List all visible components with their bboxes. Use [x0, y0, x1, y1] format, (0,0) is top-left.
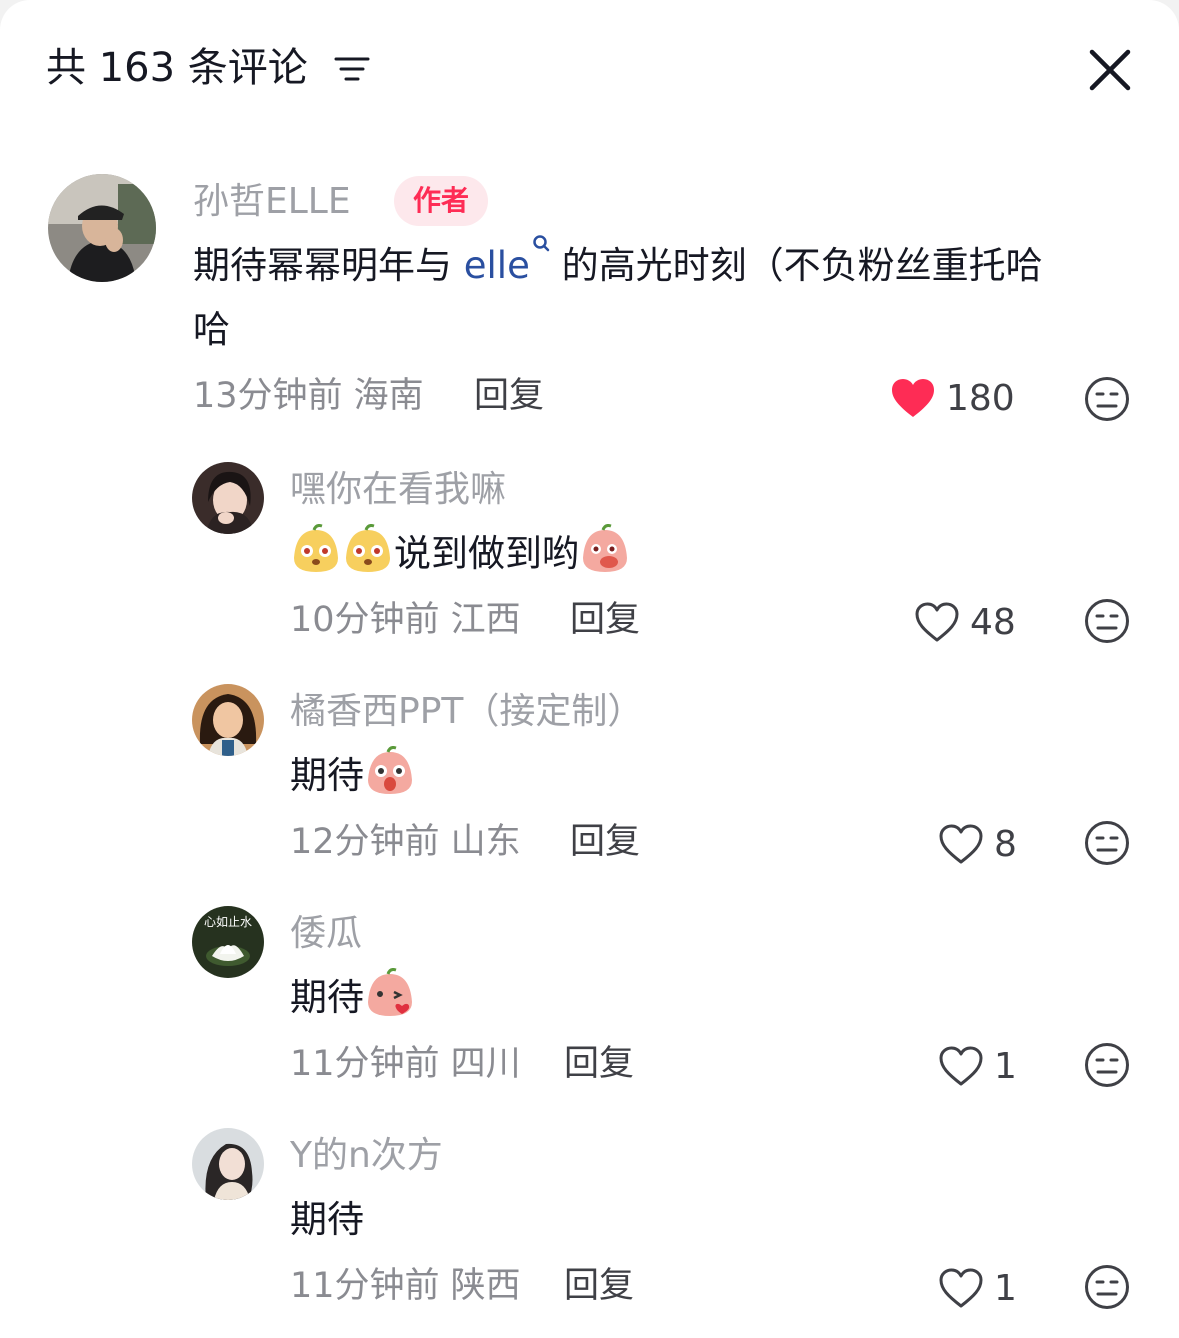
- comment-text-part: 期待: [290, 754, 364, 797]
- username[interactable]: 嘿你在看我嘛: [290, 466, 506, 514]
- avatar-text: 心如止水: [204, 914, 252, 929]
- comment-text-part: 说到做到哟: [394, 532, 579, 575]
- avatar[interactable]: [192, 684, 264, 756]
- username[interactable]: 橘香西PPT（接定制）: [290, 688, 643, 736]
- avatar[interactable]: [48, 174, 156, 282]
- emoji-sticker-icon: [346, 524, 390, 572]
- comment-text: 期待: [290, 744, 416, 808]
- reply-button[interactable]: 回复: [570, 596, 640, 644]
- like-count: 1: [994, 1045, 1017, 1087]
- sort-icon[interactable]: [334, 54, 370, 84]
- like-button[interactable]: 48: [914, 598, 1016, 646]
- username[interactable]: Y的n次方: [290, 1132, 443, 1180]
- time-location: 12分钟前 山东: [290, 822, 521, 862]
- heart-icon: [939, 1046, 983, 1086]
- like-button[interactable]: 180: [890, 374, 1015, 422]
- comment-text: 期待幂幂明年与 elle 的高光时刻（不负粉丝重托哈: [193, 234, 1043, 298]
- like-count: 1: [994, 1267, 1017, 1309]
- comments-panel: 共 163 条评论 孙哲ELLE 作者 期待幂幂明年与 elle 的高光时刻（不…: [0, 0, 1179, 1338]
- dislike-icon[interactable]: [1084, 376, 1130, 422]
- comment-text-part: 期待幂幂明年与: [193, 244, 464, 287]
- close-icon[interactable]: [1086, 46, 1134, 94]
- avatar[interactable]: [192, 462, 264, 534]
- comment-text-part: 期待: [290, 976, 364, 1019]
- reply-button[interactable]: 回复: [570, 818, 640, 866]
- like-button[interactable]: 1: [938, 1042, 1017, 1090]
- username[interactable]: 孙哲ELLE: [193, 178, 351, 226]
- emoji-sticker-icon: [583, 524, 627, 572]
- dislike-icon[interactable]: [1084, 1264, 1130, 1310]
- like-count: 8: [994, 823, 1017, 865]
- emoji-sticker-icon: [294, 524, 338, 572]
- time-location: 11分钟前 陕西: [290, 1266, 521, 1306]
- emoji-sticker-icon: [368, 746, 412, 794]
- comment-text-line2: 哈: [193, 308, 230, 351]
- heart-icon: [892, 379, 934, 417]
- mention-link[interactable]: elle: [463, 235, 550, 287]
- reply-button[interactable]: 回复: [564, 1262, 634, 1310]
- emoji-sticker-icon: [368, 968, 412, 1016]
- avatar[interactable]: [192, 1128, 264, 1200]
- comment-count-title: 共 163 条评论: [46, 45, 308, 91]
- like-count: 180: [946, 377, 1015, 419]
- mention-label: elle: [463, 244, 530, 287]
- reply-button[interactable]: 回复: [564, 1040, 634, 1088]
- comment-text: 说到做到哟: [290, 522, 631, 586]
- time-location: 13分钟前 海南: [193, 376, 424, 416]
- time-location: 11分钟前 四川: [290, 1044, 521, 1084]
- dislike-icon[interactable]: [1084, 598, 1130, 644]
- comment-text: 期待: [290, 966, 416, 1030]
- heart-icon: [939, 824, 983, 864]
- like-button[interactable]: 8: [938, 820, 1017, 868]
- like-button[interactable]: 1: [938, 1264, 1017, 1312]
- time-location: 10分钟前 江西: [290, 600, 521, 640]
- heart-icon: [915, 602, 959, 642]
- avatar[interactable]: 心如止水: [192, 906, 264, 978]
- like-count: 48: [970, 601, 1016, 643]
- username[interactable]: 倭瓜: [290, 910, 362, 958]
- search-icon: [533, 235, 550, 252]
- dislike-icon[interactable]: [1084, 1042, 1130, 1088]
- heart-icon: [939, 1268, 983, 1308]
- author-badge: 作者: [394, 176, 488, 226]
- dislike-icon[interactable]: [1084, 820, 1130, 866]
- reply-button[interactable]: 回复: [474, 372, 544, 420]
- comment-text: 期待: [290, 1198, 364, 1241]
- comment-text-part: 的高光时刻（不负粉丝重托哈: [549, 244, 1043, 287]
